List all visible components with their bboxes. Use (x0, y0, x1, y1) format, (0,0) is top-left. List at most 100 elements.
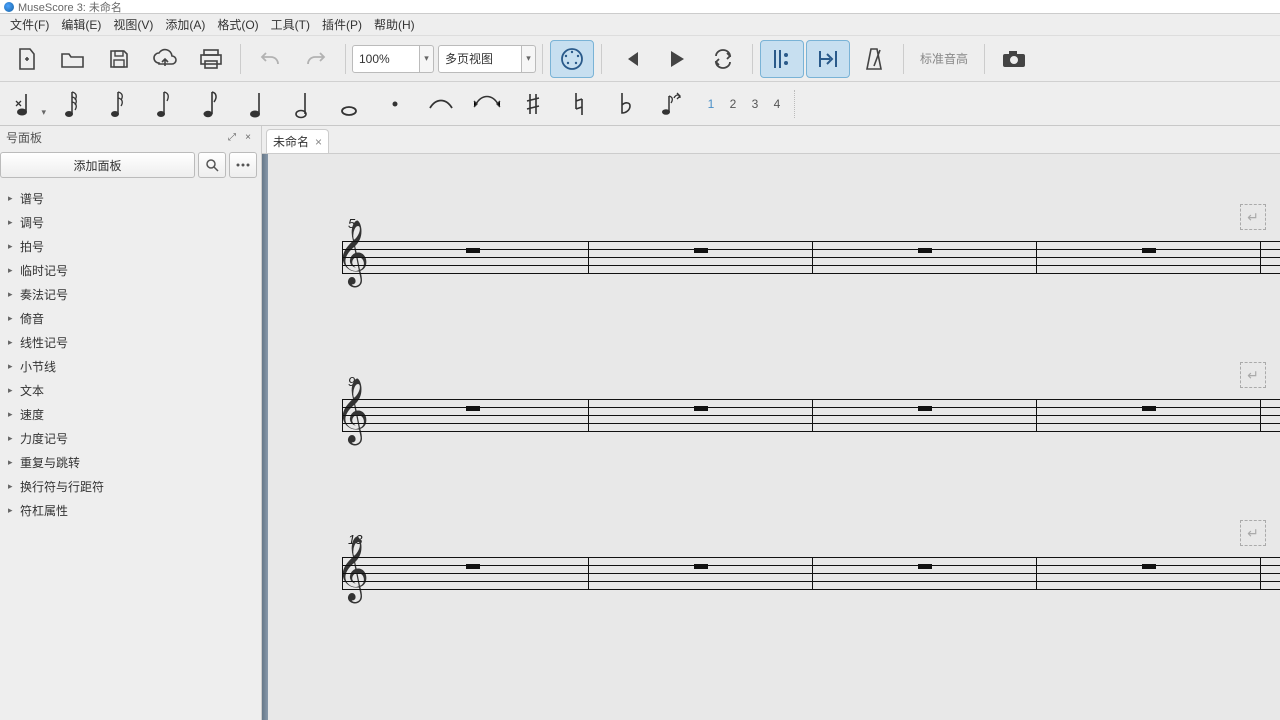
panel-undock-icon[interactable]: ⤢ (225, 130, 239, 144)
palette-item-timesig[interactable]: ▸拍号 (0, 234, 261, 258)
screenshot-button[interactable] (992, 40, 1036, 78)
palettes-panel: 号面板 ⤢ × 添加面板 ▸谱号 ▸调号 ▸拍号 ▸临时记号 ▸奏法记号 ▸倚音… (0, 126, 262, 720)
duration-8th-button[interactable] (189, 86, 233, 122)
menu-file[interactable]: 文件(F) (4, 14, 55, 35)
new-file-button[interactable] (5, 40, 49, 78)
duration-quarter-button[interactable] (235, 86, 279, 122)
flat-button[interactable] (603, 86, 647, 122)
redo-button[interactable] (294, 40, 338, 78)
pan-playback-toggle[interactable] (806, 40, 850, 78)
concert-pitch-label[interactable]: 标准音高 (920, 50, 968, 67)
palette-item-keysig[interactable]: ▸调号 (0, 210, 261, 234)
voice-3-button[interactable]: 3 (744, 89, 766, 119)
whole-rest[interactable] (694, 564, 708, 569)
view-mode-dropdown-button[interactable] (522, 45, 536, 73)
sharp-button[interactable] (511, 86, 555, 122)
palette-more-button[interactable] (229, 152, 257, 178)
undo-button[interactable] (248, 40, 292, 78)
play-button[interactable] (655, 40, 699, 78)
metronome-button[interactable] (852, 40, 896, 78)
menu-view[interactable]: 视图(V) (107, 14, 159, 35)
note-input-mode-button[interactable] (4, 86, 48, 122)
whole-rest[interactable] (694, 406, 708, 411)
palette-item-tempo[interactable]: ▸速度 (0, 402, 261, 426)
save-button[interactable] (97, 40, 141, 78)
staff[interactable]: 𝄞 (342, 549, 1280, 595)
app-title: MuseScore 3: 未命名 (18, 0, 122, 15)
zoom-dropdown-button[interactable] (420, 45, 434, 73)
palettes-panel-title: 号面板 (6, 129, 42, 146)
measure-number: 13 (348, 532, 1280, 547)
duration-16th-button[interactable] (143, 86, 187, 122)
dot-button[interactable] (373, 86, 417, 122)
palette-item-breaks[interactable]: ▸换行符与行距符 (0, 474, 261, 498)
zoom-select[interactable]: 100% (352, 45, 420, 73)
palette-item-lines[interactable]: ▸线性记号 (0, 330, 261, 354)
palette-item-dynamics[interactable]: ▸力度记号 (0, 426, 261, 450)
palette-item-beam[interactable]: ▸符杠属性 (0, 498, 261, 522)
palette-item-text[interactable]: ▸文本 (0, 378, 261, 402)
flip-direction-button[interactable] (649, 86, 693, 122)
whole-rest[interactable] (466, 248, 480, 253)
whole-rest[interactable] (1142, 564, 1156, 569)
palette-item-barlines[interactable]: ▸小节线 (0, 354, 261, 378)
whole-rest[interactable] (466, 406, 480, 411)
whole-rest[interactable] (1142, 248, 1156, 253)
close-tab-icon[interactable]: × (315, 135, 322, 149)
view-mode-select[interactable]: 多页视图 (438, 45, 522, 73)
duration-whole-button[interactable] (327, 86, 371, 122)
menubar: 文件(F) 编辑(E) 视图(V) 添加(A) 格式(O) 工具(T) 插件(P… (0, 14, 1280, 36)
system-break-icon[interactable]: ↵ (1240, 362, 1266, 388)
open-file-button[interactable] (51, 40, 95, 78)
palette-item-accidentals[interactable]: ▸临时记号 (0, 258, 261, 282)
print-button[interactable] (189, 40, 233, 78)
duration-64th-button[interactable] (51, 86, 95, 122)
voice-4-button[interactable]: 4 (766, 89, 788, 119)
menu-format[interactable]: 格式(O) (211, 14, 264, 35)
system-break-icon[interactable]: ↵ (1240, 204, 1266, 230)
whole-rest[interactable] (918, 564, 932, 569)
score-tab[interactable]: 未命名 × (266, 129, 329, 153)
rewind-button[interactable] (609, 40, 653, 78)
view-mode-value: 多页视图 (445, 50, 493, 67)
palette-item-articulations[interactable]: ▸奏法记号 (0, 282, 261, 306)
measure-number: 9 (348, 374, 1280, 389)
palette-item-repeats[interactable]: ▸重复与跳转 (0, 450, 261, 474)
score-view[interactable]: 5 𝄞 ↵ 9 (262, 154, 1280, 720)
measure-number: 5 (348, 216, 1280, 231)
menu-add[interactable]: 添加(A) (159, 14, 211, 35)
slur-button[interactable] (465, 86, 509, 122)
system-break-icon[interactable]: ↵ (1240, 520, 1266, 546)
main-toolbar: 100% 多页视图 标准音高 (0, 36, 1280, 82)
midi-input-toggle[interactable] (550, 40, 594, 78)
staff[interactable]: 𝄞 (342, 233, 1280, 279)
palette-item-grace[interactable]: ▸倚音 (0, 306, 261, 330)
palette-item-clefs[interactable]: ▸谱号 (0, 186, 261, 210)
note-input-dropdown-icon (41, 107, 46, 118)
add-palette-button[interactable]: 添加面板 (0, 152, 195, 178)
natural-button[interactable] (557, 86, 601, 122)
save-online-button[interactable] (143, 40, 187, 78)
whole-rest[interactable] (918, 248, 932, 253)
menu-help[interactable]: 帮助(H) (368, 14, 421, 35)
whole-rest[interactable] (918, 406, 932, 411)
staff[interactable]: 𝄞 (342, 391, 1280, 437)
palette-list: ▸谱号 ▸调号 ▸拍号 ▸临时记号 ▸奏法记号 ▸倚音 ▸线性记号 ▸小节线 ▸… (0, 182, 261, 720)
menu-plugins[interactable]: 插件(P) (316, 14, 368, 35)
menu-tools[interactable]: 工具(T) (265, 14, 316, 35)
voice-2-button[interactable]: 2 (722, 89, 744, 119)
tie-button[interactable] (419, 86, 463, 122)
app-logo-icon (4, 2, 14, 12)
loop-button[interactable] (701, 40, 745, 78)
whole-rest[interactable] (694, 248, 708, 253)
panel-close-icon[interactable]: × (241, 130, 255, 144)
whole-rest[interactable] (466, 564, 480, 569)
score-ruler (262, 154, 268, 720)
menu-edit[interactable]: 编辑(E) (55, 14, 107, 35)
duration-32nd-button[interactable] (97, 86, 141, 122)
palette-search-button[interactable] (198, 152, 226, 178)
voice-1-button[interactable]: 1 (700, 89, 722, 119)
play-repeats-toggle[interactable] (760, 40, 804, 78)
duration-half-button[interactable] (281, 86, 325, 122)
whole-rest[interactable] (1142, 406, 1156, 411)
